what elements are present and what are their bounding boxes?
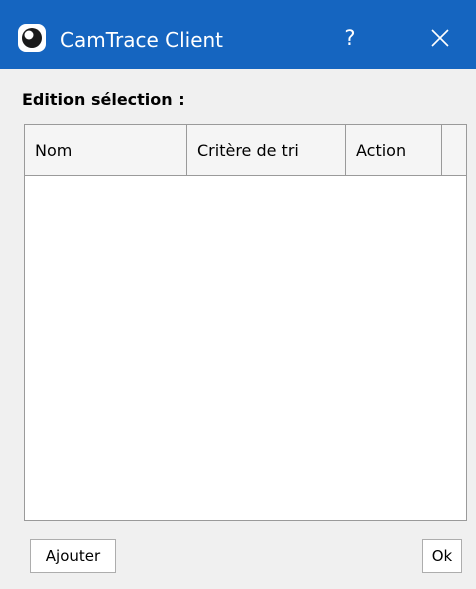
title-bar: CamTrace Client ?	[0, 0, 476, 69]
table-header: Nom Critère de tri Action	[25, 125, 466, 176]
column-header-nom[interactable]: Nom	[25, 125, 187, 175]
column-header-action[interactable]: Action	[346, 125, 442, 175]
window-title: CamTrace Client	[60, 28, 224, 52]
close-button[interactable]	[418, 16, 462, 60]
section-label: Edition sélection :	[22, 90, 185, 109]
selection-table[interactable]: Nom Critère de tri Action	[24, 124, 467, 521]
camtrace-logo-icon	[18, 24, 46, 52]
add-button[interactable]: Ajouter	[30, 539, 116, 573]
help-button[interactable]: ?	[328, 16, 372, 60]
table-body[interactable]	[25, 176, 466, 520]
column-header-critere[interactable]: Critère de tri	[187, 125, 346, 175]
close-icon	[431, 29, 449, 47]
ok-button[interactable]: Ok	[422, 539, 462, 573]
